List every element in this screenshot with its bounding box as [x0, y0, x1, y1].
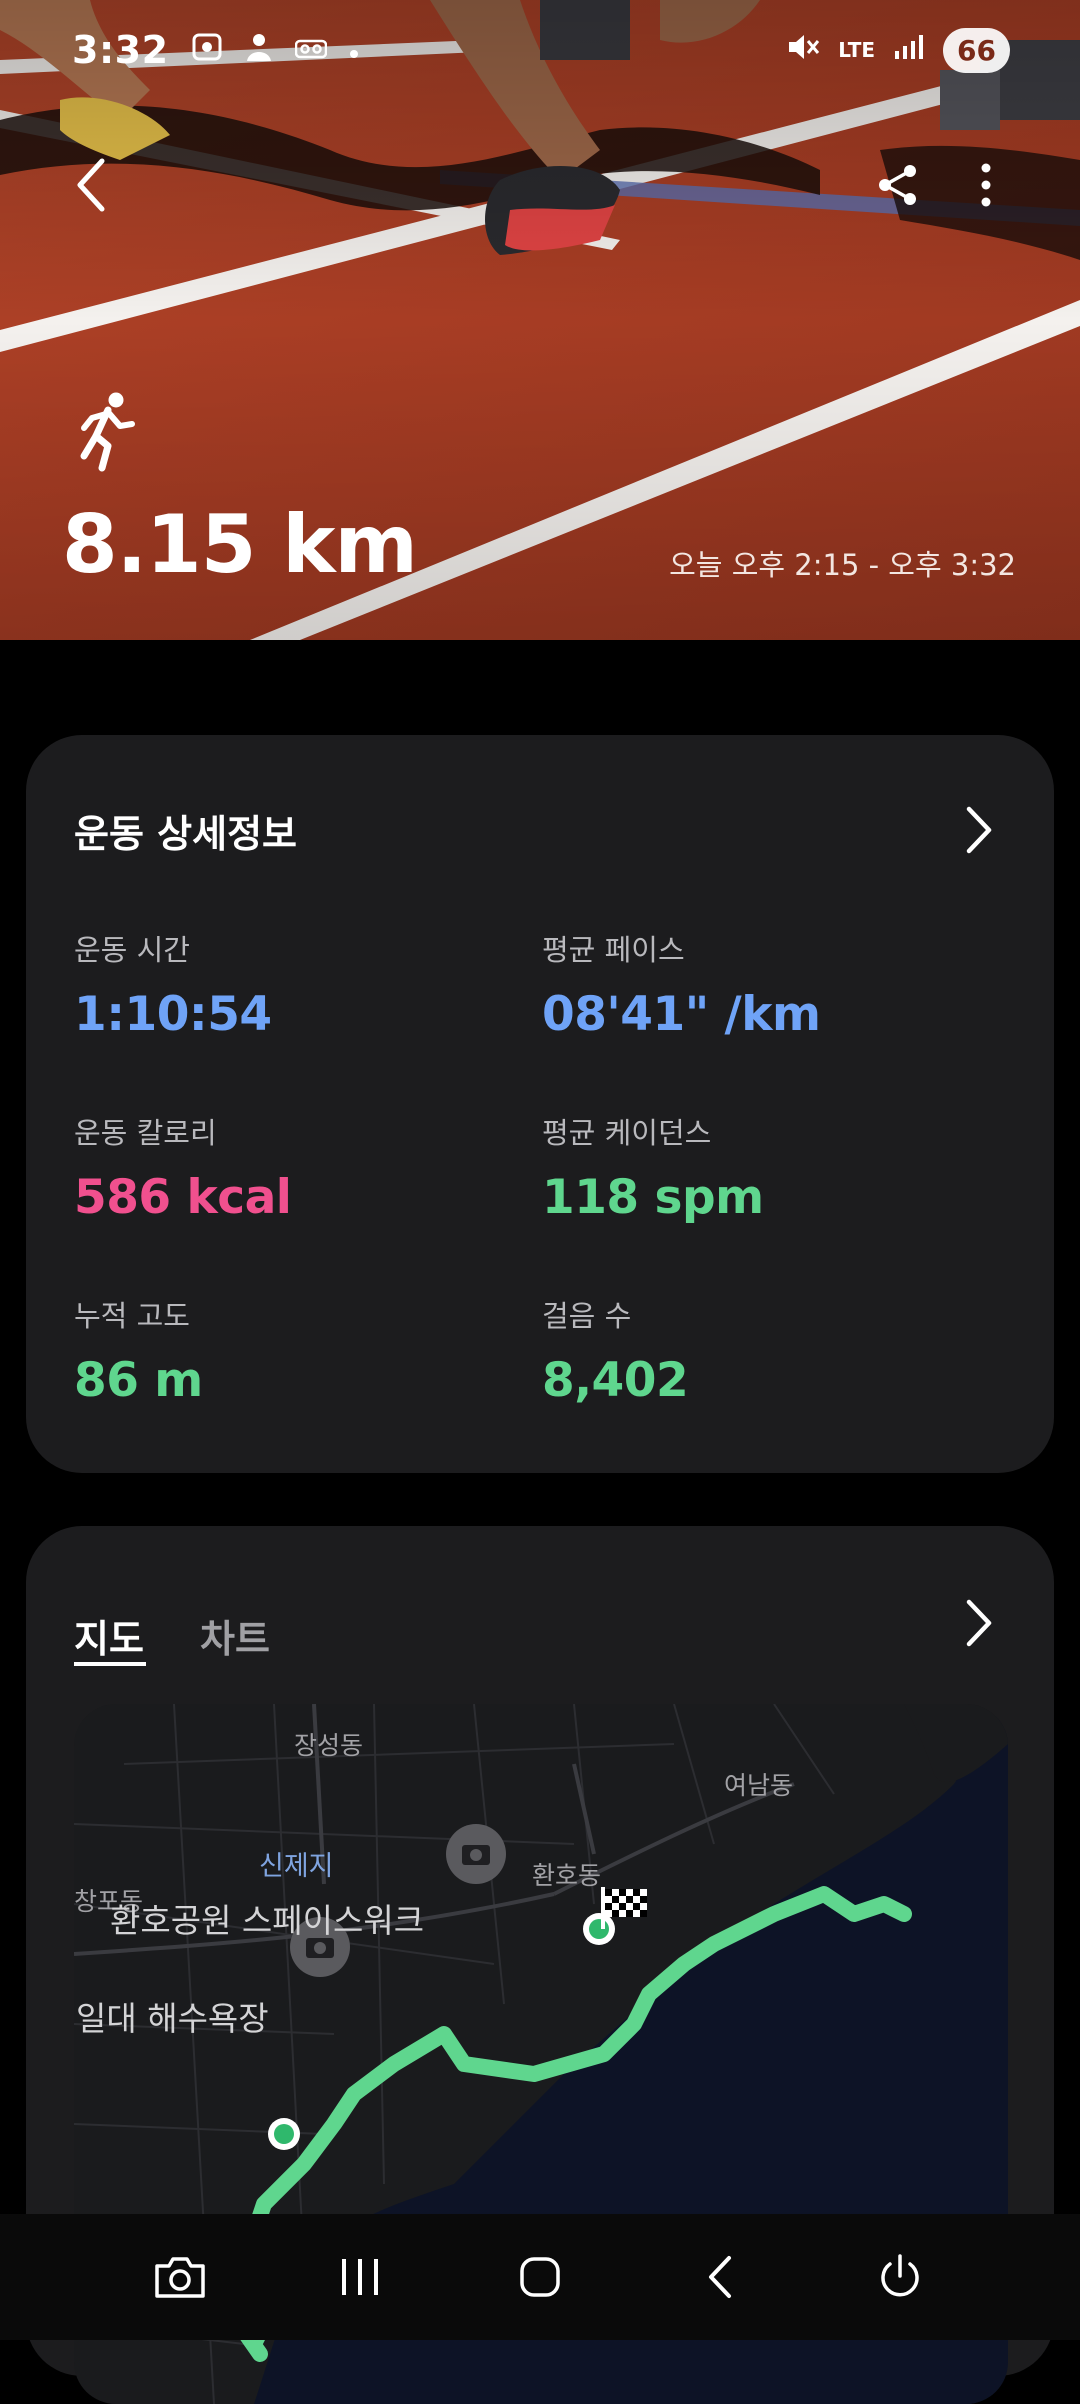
metric-calories: 운동 칼로리 586 kcal	[74, 1110, 292, 1225]
tab-underline	[74, 1662, 146, 1666]
home-icon	[520, 2257, 560, 2297]
recents-icon	[342, 2259, 378, 2295]
camera-icon	[155, 2257, 205, 2298]
metric-value: 1:10:54	[74, 987, 272, 1042]
back-button[interactable]	[60, 150, 120, 220]
recents-button[interactable]	[310, 2227, 410, 2327]
metric-avg-cadence: 평균 케이던스 118 spm	[542, 1110, 764, 1225]
power-icon	[881, 2254, 919, 2297]
map-label-sinjeji: 신제지	[259, 1851, 334, 1882]
voicemail-icon	[294, 35, 327, 65]
chevron-left-icon	[77, 158, 105, 212]
metric-label: 평균 케이던스	[542, 1116, 712, 1150]
camera-button[interactable]	[130, 2227, 230, 2327]
metric-elevation: 누적 고도 86 m	[74, 1293, 203, 1408]
distance-value: 8.15 km	[62, 498, 418, 591]
tab-chart[interactable]: 차트	[200, 1608, 270, 1663]
metric-steps: 걸음 수 8,402	[542, 1293, 689, 1408]
status-time: 3:32	[72, 28, 169, 72]
map-label-beach: 일대 해수욕장	[76, 1999, 269, 2038]
map-label-hwanho: 환호동	[532, 1861, 602, 1890]
metric-label: 평균 페이스	[542, 933, 685, 967]
dot-icon	[349, 35, 359, 65]
metric-duration: 운동 시간 1:10:54	[74, 927, 272, 1042]
map-chevron-right-icon[interactable]	[964, 1598, 994, 1652]
home-button[interactable]	[490, 2227, 590, 2327]
screenshot-icon	[191, 32, 223, 68]
metric-label: 걸음 수	[542, 1299, 632, 1333]
running-icon	[74, 392, 138, 476]
tab-map[interactable]: 지도	[74, 1608, 144, 1663]
share-icon	[879, 165, 916, 205]
mute-icon	[786, 31, 820, 69]
map-label-jangseong: 장성동	[294, 1731, 364, 1760]
battery-icon: 66	[943, 27, 1010, 73]
workout-time-range: 오늘 오후 2:15 - 오후 3:32	[669, 548, 1016, 582]
signal-icon	[893, 33, 925, 67]
metric-label: 누적 고도	[74, 1299, 190, 1333]
status-bar: 3:32 LTE 66	[0, 0, 1080, 100]
bixby-icon	[245, 31, 273, 69]
map-label-park: 환호공원 스페이스워크	[110, 1901, 425, 1940]
metric-label: 운동 시간	[74, 933, 190, 967]
share-button[interactable]	[868, 150, 928, 220]
back-icon	[709, 2256, 731, 2298]
back-nav-button[interactable]	[670, 2227, 770, 2327]
metric-value: 586 kcal	[74, 1170, 292, 1225]
details-title: 운동 상세정보	[74, 812, 297, 856]
metric-value: 08'41" /km	[542, 987, 821, 1042]
metric-label: 운동 칼로리	[74, 1116, 217, 1150]
metric-value: 86 m	[74, 1353, 203, 1408]
hero-banner: 3:32 LTE 66 8.15 km 오늘 오후 2:15 - 오후 3:32	[0, 0, 1080, 640]
power-button[interactable]	[850, 2227, 950, 2327]
lte-icon: LTE	[838, 38, 876, 62]
workout-details-card[interactable]: 운동 상세정보 운동 시간 1:10:54 평균 페이스 08'41" /km …	[26, 735, 1054, 1473]
system-navigation-bar	[0, 2214, 1080, 2340]
more-vertical-icon	[981, 163, 991, 207]
camera-pin-icon[interactable]	[446, 1824, 506, 1884]
metric-value: 118 spm	[542, 1170, 764, 1225]
metric-avg-pace: 평균 페이스 08'41" /km	[542, 927, 821, 1042]
map-label-yeonam: 여남동	[724, 1771, 794, 1800]
more-options-button[interactable]	[956, 150, 1016, 220]
metric-value: 8,402	[542, 1353, 689, 1408]
details-chevron-right-icon[interactable]	[964, 805, 994, 859]
